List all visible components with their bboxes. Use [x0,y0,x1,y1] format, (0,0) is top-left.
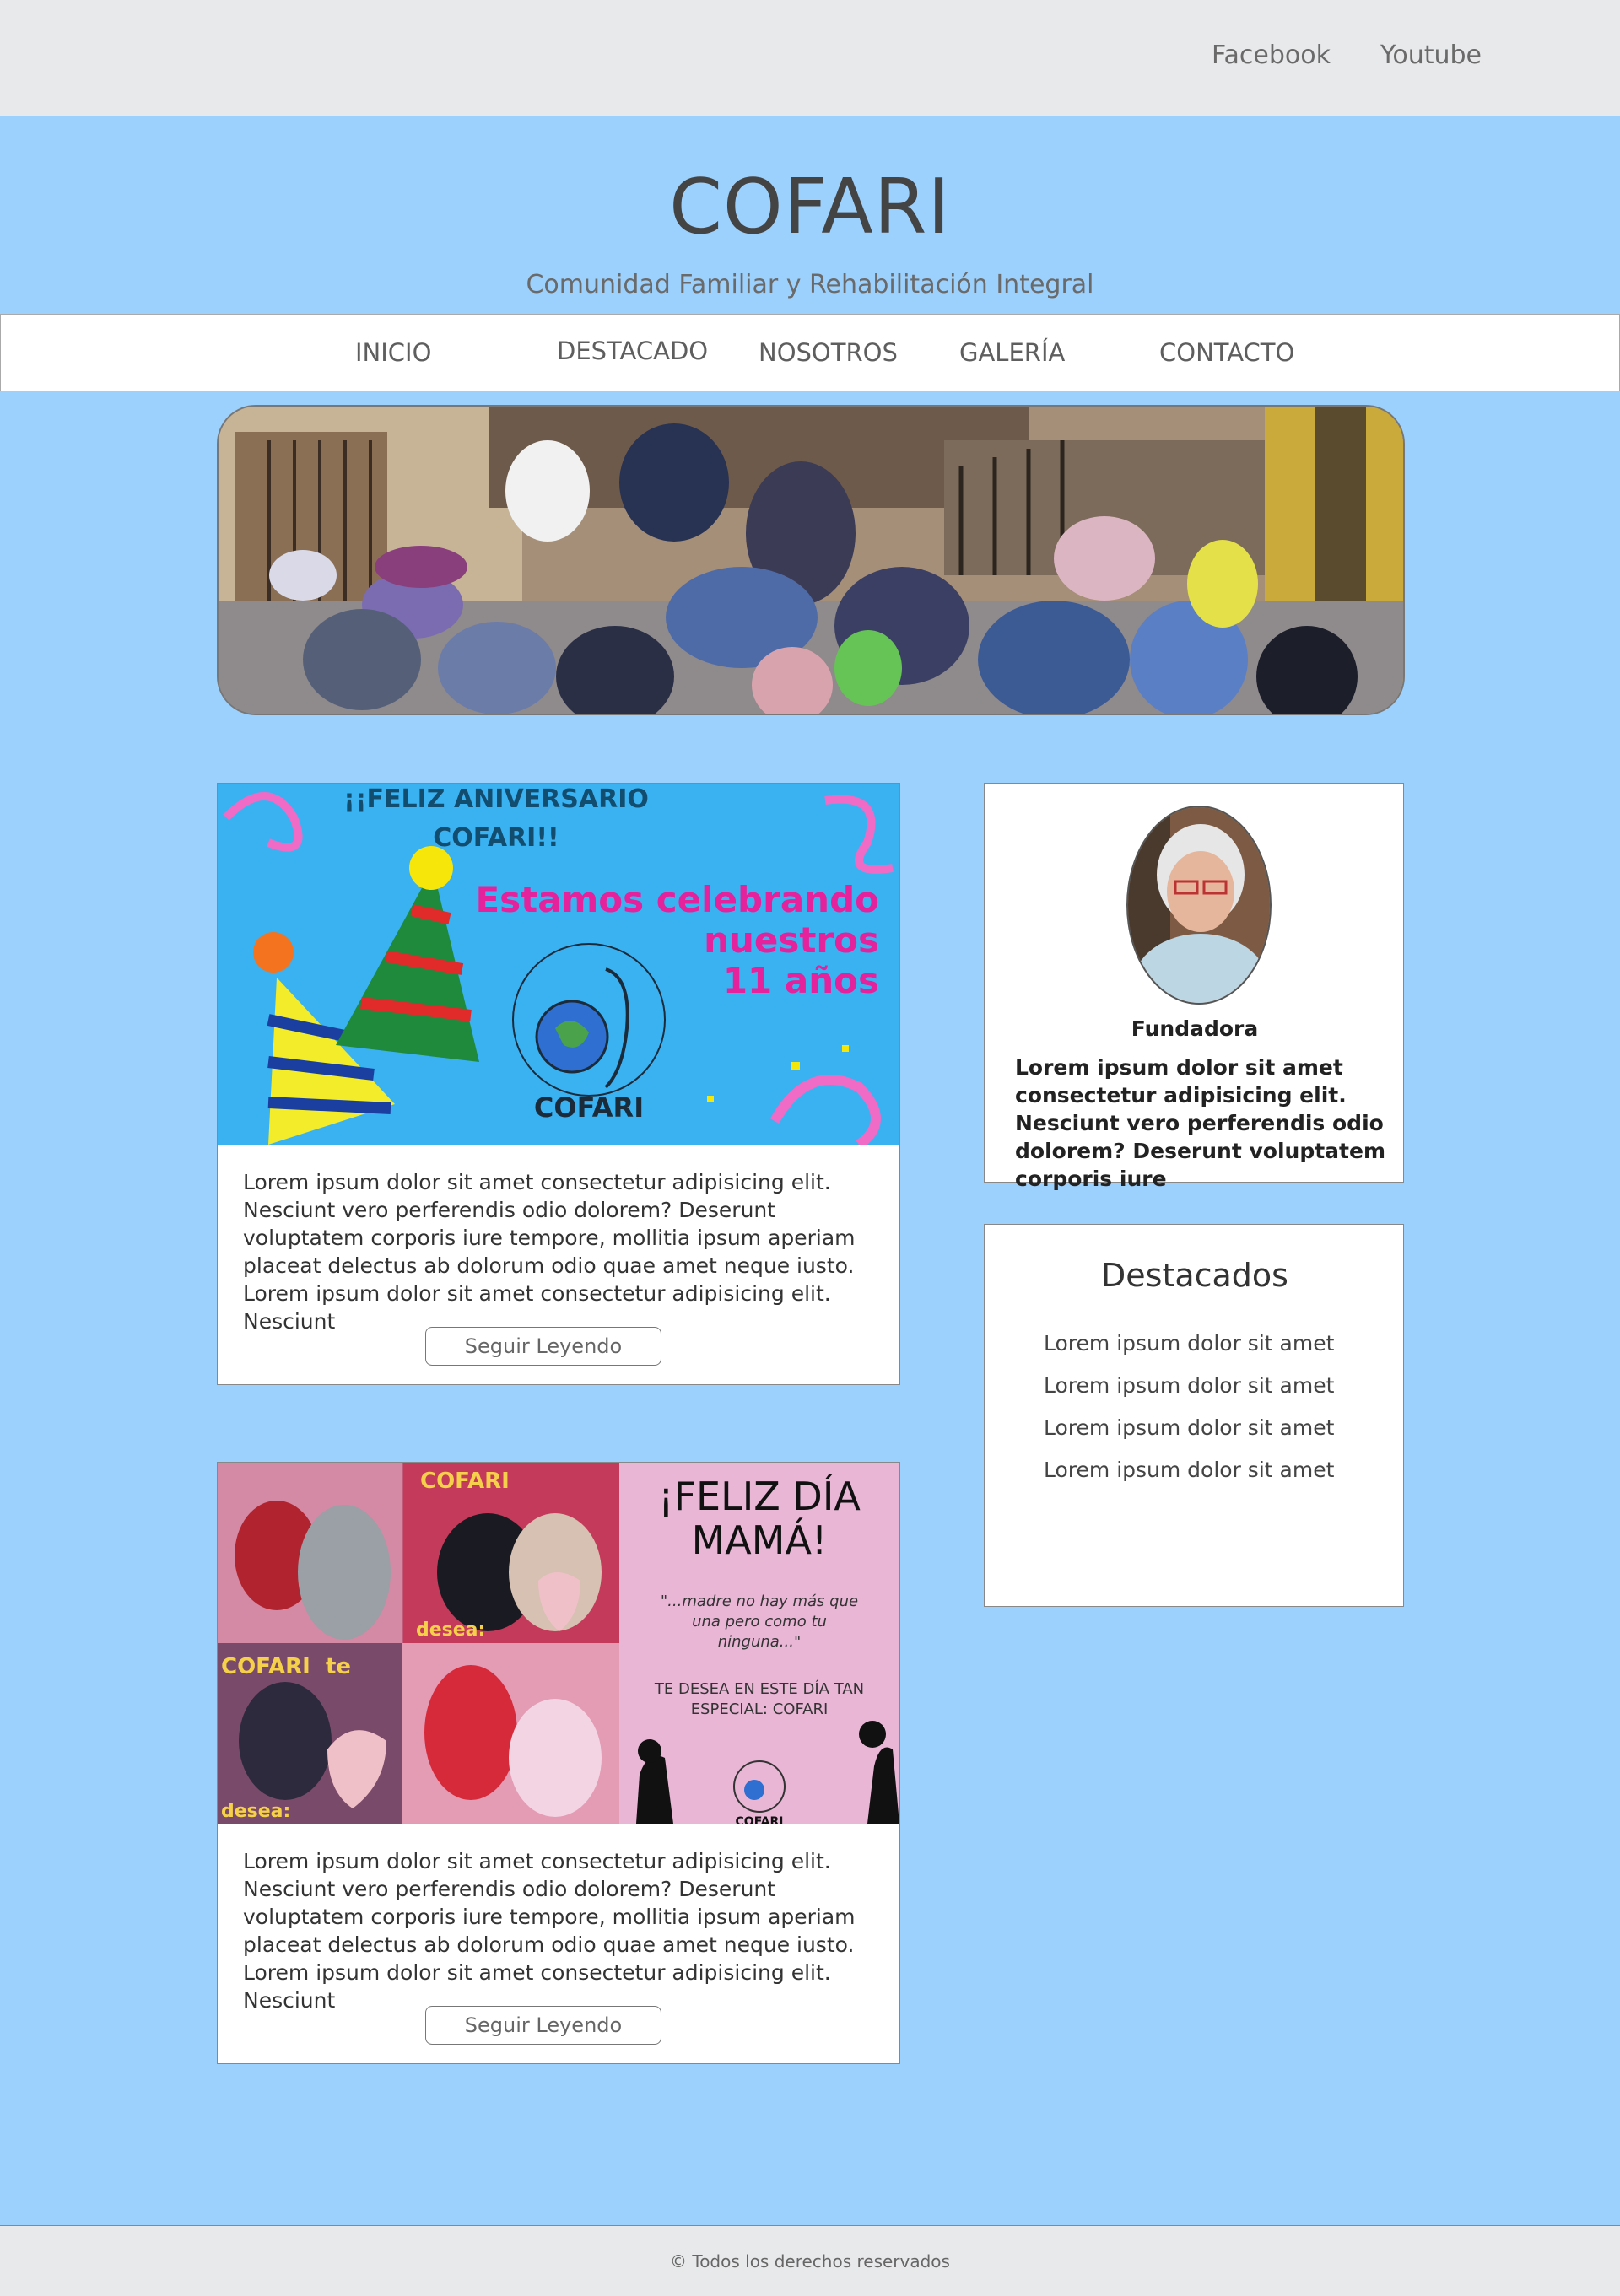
nav-item-destacado[interactable]: DESTACADO [557,337,708,365]
copyright-text: © Todos los derechos reservados [670,2251,950,2272]
collage-cofari-top: COFARI [420,1469,510,1494]
mom-quote3: ninguna..." [718,1633,802,1651]
facebook-link[interactable]: Facebook [1212,40,1331,70]
collage-cofari-bottom: COFARI [221,1654,310,1679]
banner-photo [217,405,1405,715]
founder-card: Fundadora Lorem ipsum dolor sit amet con… [984,783,1404,1191]
mom-title2: MAMÁ! [692,1517,828,1563]
mom-sub2: ESPECIAL: COFARI [691,1700,829,1718]
nav-item-contacto[interactable]: CONTACTO [1159,338,1294,367]
post-anniversary: ¡¡FELIZ ANIVERSARIO COFARI!! Estamos cel… [217,783,900,1385]
mom-sub1: TE DESEA EN ESTE DÍA TAN [654,1679,864,1698]
post-paragraph: Lorem ipsum dolor sit amet consectetur a… [243,1849,856,1957]
read-more-button[interactable]: Seguir Leyendo [425,2006,662,2045]
founder-role: Fundadora [1131,1016,1259,1041]
collage-desea-bottom: desea: [221,1801,290,1822]
featured-list: Lorem ipsum dolor sit amet Lorem ipsum d… [1044,1331,1334,1500]
mom-logo-name: COFARI [736,1815,784,1824]
top-bar: Facebook Youtube [0,0,1620,116]
post-paragraph: Lorem ipsum dolor sit amet consectetur a… [243,1170,856,1278]
featured-item[interactable]: Lorem ipsum dolor sit amet [1044,1415,1334,1458]
mom-quote2: una pero como tu [692,1613,827,1630]
footer: © Todos los derechos reservados [0,2225,1620,2296]
featured-card: Destacados Lorem ipsum dolor sit amet Lo… [984,1224,1404,1607]
nav-item-galeria[interactable]: GALERÍA [959,338,1065,367]
mom-quote1: "...madre no hay más que [661,1593,858,1610]
mom-title1: ¡FELIZ DÍA [658,1474,861,1519]
post-excerpt: Lorem ipsum dolor sit amet consectetur a… [243,1847,884,2014]
post-excerpt: Lorem ipsum dolor sit amet consectetur a… [243,1168,884,1335]
featured-title: Destacados [1101,1257,1288,1294]
nav-item-inicio[interactable]: INICIO [355,338,431,367]
founder-description: Lorem ipsum dolor sit amet consectetur a… [1015,1055,1385,1191]
anniversary-line2: COFARI!! [433,823,559,853]
post-mothers-day: COFARI desea: COFARI te desea: ¡FELIZ DÍ… [217,1462,900,2064]
anniversary-headline1: Estamos celebrando [475,879,879,920]
anniversary-line1: ¡¡FELIZ ANIVERSARIO [343,784,649,814]
nav-item-nosotros[interactable]: NOSOTROS [759,338,898,367]
site-subtitle: Comunidad Familiar y Rehabilitación Inte… [526,270,1094,299]
collage-desea-top: desea: [416,1620,485,1641]
founder-photo [1126,806,1272,1005]
anniversary-headline3: 11 años [723,960,879,1001]
featured-item[interactable]: Lorem ipsum dolor sit amet [1044,1458,1334,1500]
anniversary-headline2: nuestros [704,919,879,961]
main-nav: INICIO DESTACADO NOSOTROS GALERÍA CONTAC… [0,314,1620,391]
featured-item[interactable]: Lorem ipsum dolor sit amet [1044,1331,1334,1373]
read-more-button[interactable]: Seguir Leyendo [425,1327,662,1366]
anniversary-logo-name: COFARI [534,1091,644,1124]
mothers-day-image: COFARI desea: COFARI te desea: ¡FELIZ DÍ… [218,1463,899,1824]
featured-item[interactable]: Lorem ipsum dolor sit amet [1044,1373,1334,1415]
site-title: COFARI [669,163,951,251]
anniversary-image: ¡¡FELIZ ANIVERSARIO COFARI!! Estamos cel… [218,784,899,1145]
youtube-link[interactable]: Youtube [1380,40,1482,70]
collage-te: te [326,1654,351,1679]
